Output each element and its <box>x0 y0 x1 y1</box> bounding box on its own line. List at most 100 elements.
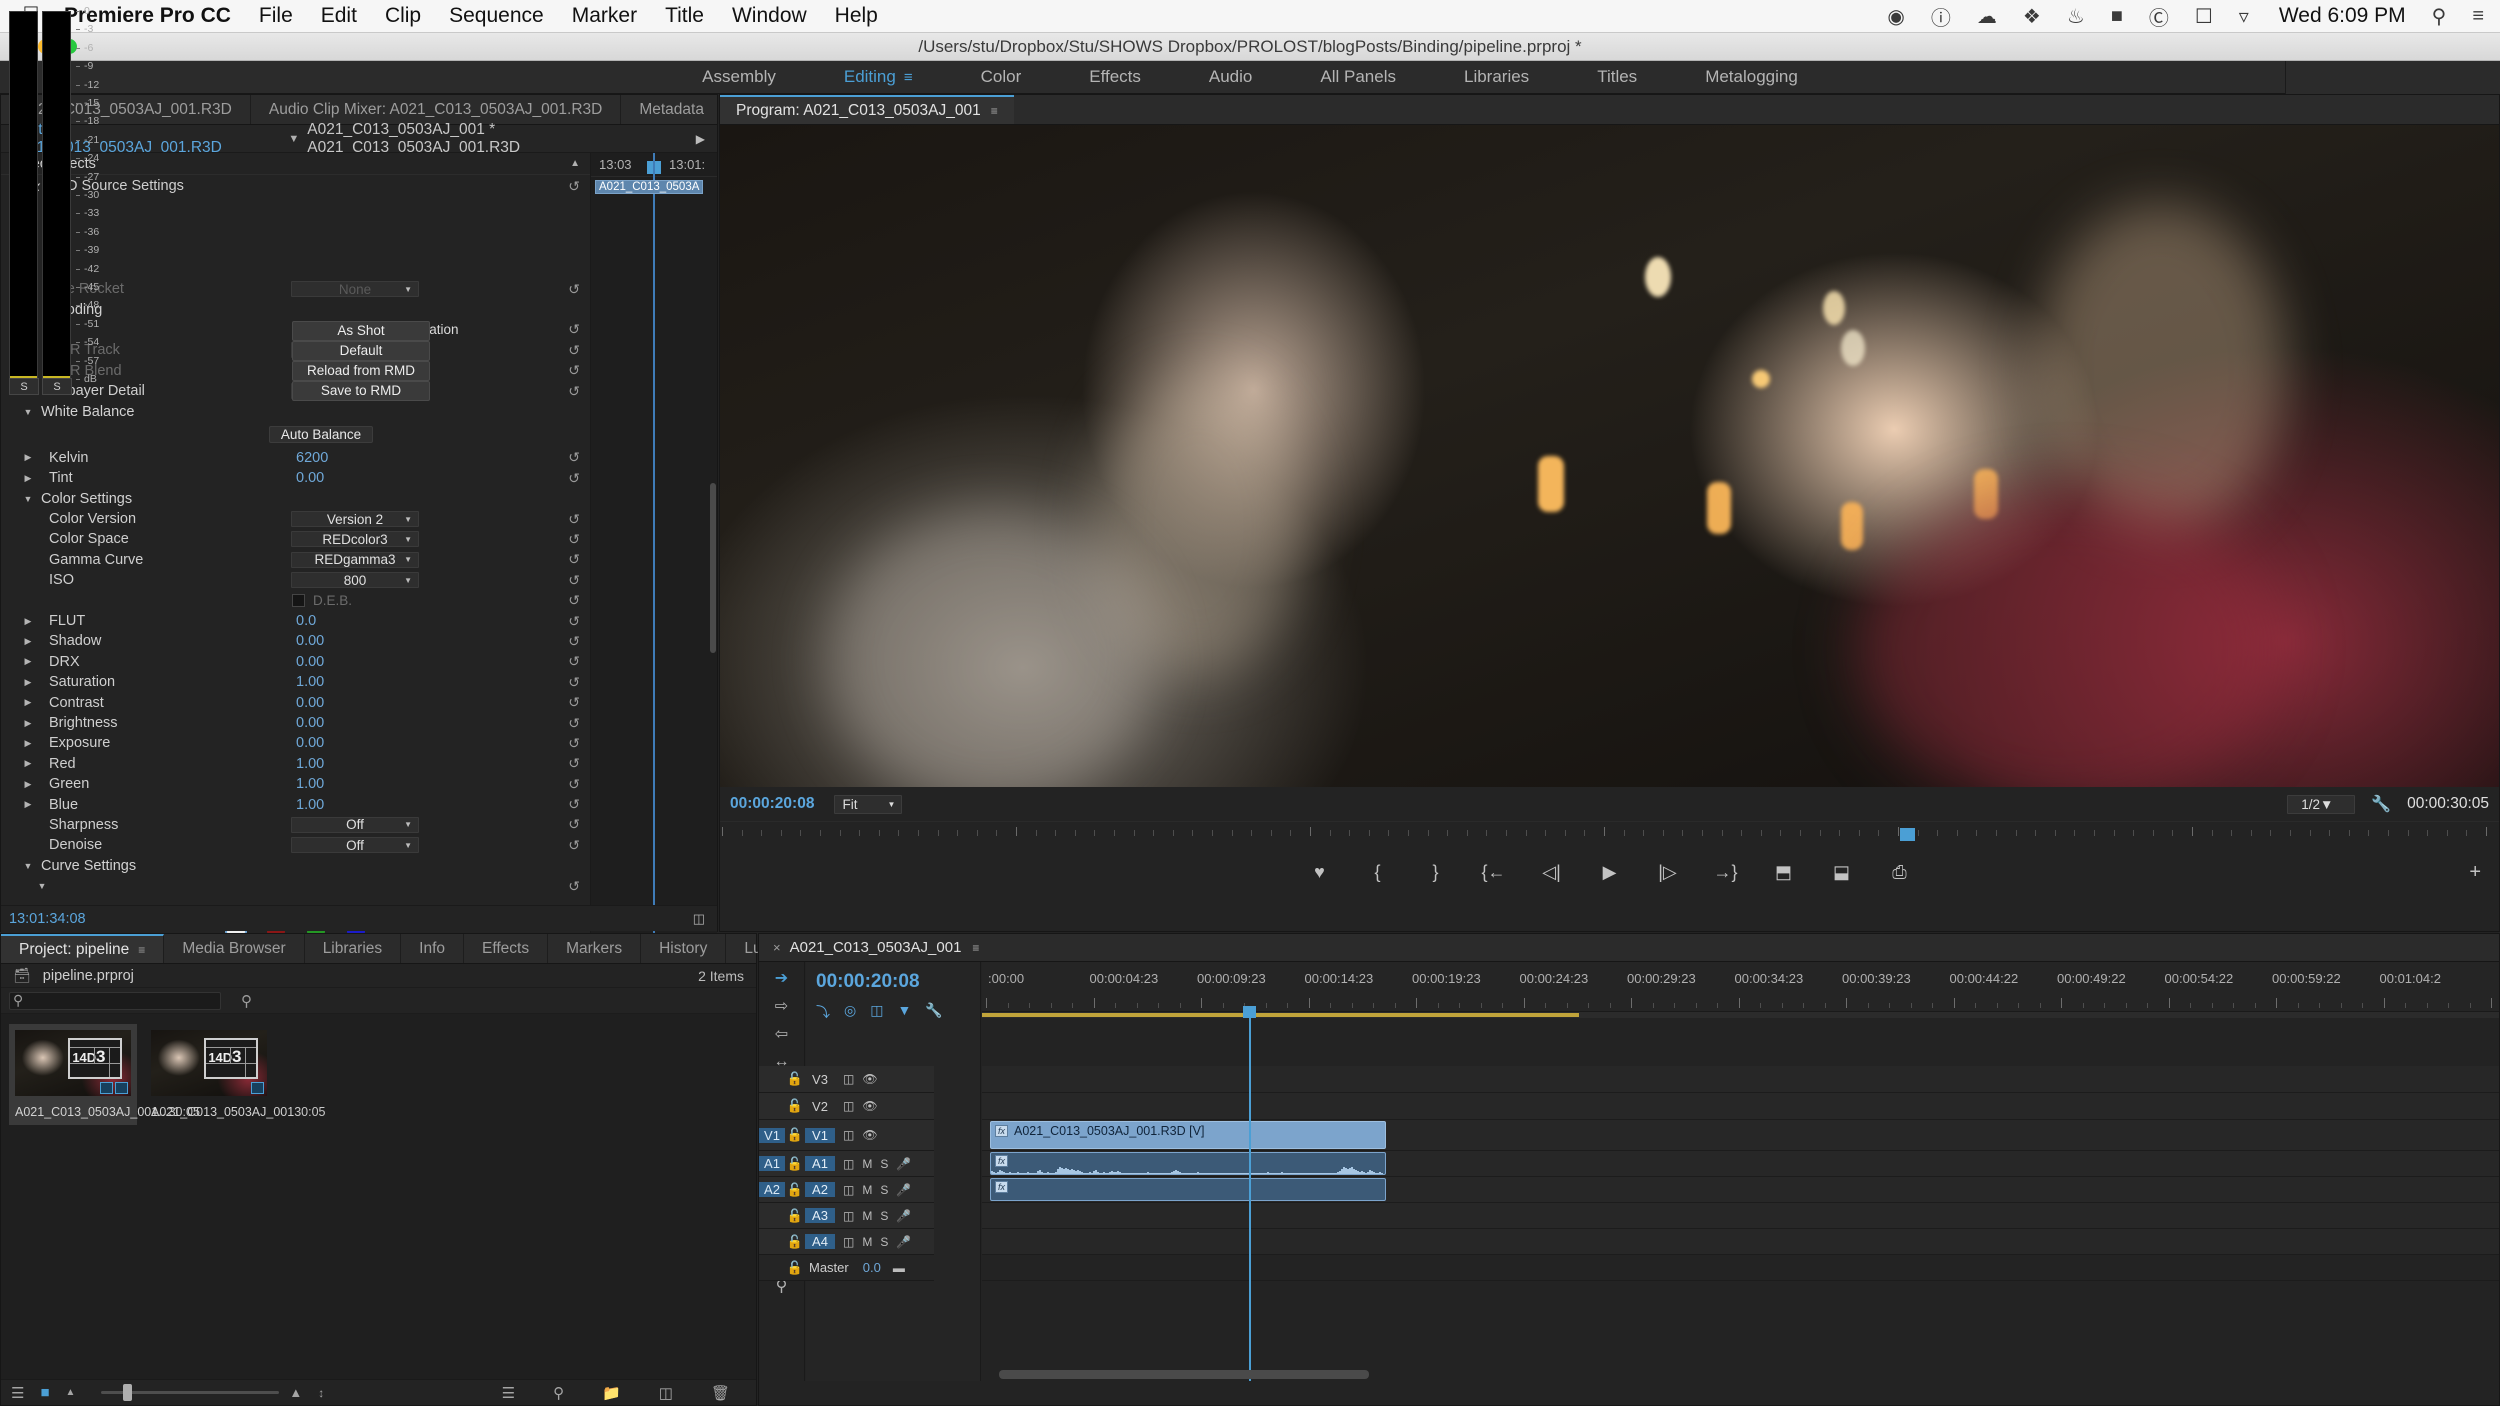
snap-icon[interactable]: ◎ <box>844 1002 856 1022</box>
mark-in-button[interactable]: { <box>1365 862 1391 883</box>
disclosure-triangle-icon[interactable]: ▶ <box>21 473 35 484</box>
audio-meter-channel-left[interactable] <box>9 11 38 379</box>
workspace-menu-icon[interactable]: ≡ <box>904 69 913 86</box>
effect-controls-scrollbar[interactable] <box>710 483 716 653</box>
param-shadow[interactable]: ▶ Shadow 0.00 ↺ <box>1 631 590 651</box>
track-row-a3[interactable] <box>982 1203 2499 1229</box>
find-icon[interactable]: ⚲ <box>553 1384 564 1402</box>
timeline-playhead[interactable] <box>1249 1018 1251 1381</box>
solo-button[interactable]: S <box>880 1183 888 1197</box>
sync-lock-icon[interactable]: ◫ <box>843 1099 854 1113</box>
menu-item-save-to-rmd[interactable]: Save to RMD <box>292 381 430 401</box>
menu-item-default[interactable]: Default <box>292 341 430 361</box>
timeline-playhead-handle[interactable] <box>1243 1006 1256 1018</box>
eye-icon[interactable]: 👁 <box>862 1099 877 1113</box>
project-asset-item[interactable]: 14D 3 A021_C013_0503AJ_001... 30:05 <box>9 1024 200 1125</box>
disclosure-triangle-icon[interactable]: ▼ <box>21 407 35 417</box>
tab-effects[interactable]: Effects <box>464 934 549 963</box>
solo-button[interactable]: S <box>880 1157 888 1171</box>
deb-checkbox-row[interactable]: D.E.B. <box>292 593 352 608</box>
sequence-tab-label[interactable]: A021_C013_0503AJ_001 <box>790 939 962 956</box>
panel-menu-icon[interactable]: ≡ <box>972 941 979 955</box>
workspace-audio[interactable]: Audio <box>1209 67 1252 87</box>
new-item-icon[interactable]: ◫ <box>659 1384 673 1402</box>
workspace-libraries[interactable]: Libraries <box>1464 67 1529 87</box>
param-kelvin[interactable]: ▶ Kelvin 6200 ↺ <box>1 448 590 468</box>
add-marker-icon[interactable]: ▼ <box>897 1002 911 1022</box>
timeline-clip-video[interactable]: fx A021_C013_0503AJ_001.R3D [V] <box>990 1121 1386 1149</box>
track-name-a1[interactable]: A1 <box>805 1156 835 1171</box>
zoom-out-icon[interactable]: ▲ <box>66 1387 76 1398</box>
mark-out-button[interactable]: } <box>1423 862 1449 883</box>
zoom-level-dropdown[interactable]: Fit ▼ <box>834 794 903 814</box>
track-name-v1[interactable]: V1 <box>805 1127 835 1143</box>
param-value[interactable]: 6200 <box>296 450 328 466</box>
lock-icon[interactable]: 🔓 <box>785 1156 805 1172</box>
reset-icon[interactable]: ↺ <box>568 383 580 400</box>
reset-icon[interactable]: ↺ <box>568 281 580 298</box>
tab-libraries[interactable]: Libraries <box>305 934 402 963</box>
reset-icon[interactable]: ↺ <box>568 511 580 528</box>
param-blue[interactable]: ▶ Blue 1.00 ↺ <box>1 794 590 814</box>
menu-edit[interactable]: Edit <box>321 4 357 28</box>
lock-icon[interactable]: 🔓 <box>785 1234 805 1250</box>
reset-icon[interactable]: ↺ <box>568 694 580 711</box>
meter-icon[interactable]: ▬ <box>893 1261 905 1275</box>
te-icon[interactable]: Ⓒ <box>2149 2 2169 31</box>
disclosure-triangle-icon[interactable]: ▼ <box>35 881 49 891</box>
voiceover-icon[interactable]: 🎤 <box>896 1157 911 1171</box>
mute-button[interactable]: M <box>862 1157 872 1171</box>
section-curve-sub[interactable]: ▼ ↺ <box>1 876 590 896</box>
zoom-slider[interactable] <box>101 1384 280 1401</box>
program-scrub-bar[interactable] <box>720 821 2499 847</box>
search-input[interactable] <box>9 991 221 1010</box>
chevron-down-icon[interactable]: ▼ <box>288 133 299 145</box>
lock-icon[interactable]: 🔓 <box>785 1098 805 1114</box>
clock-label[interactable]: Wed 6:09 PM <box>2279 4 2406 28</box>
airplay-icon[interactable]: ☐ <box>2195 4 2213 29</box>
track-select-forward-tool[interactable]: ⇨ <box>767 996 797 1016</box>
voiceover-icon[interactable]: 🎤 <box>896 1235 911 1249</box>
program-monitor-video[interactable] <box>720 125 2499 787</box>
disclosure-triangle-icon[interactable]: ▶ <box>21 656 35 667</box>
reset-icon[interactable]: ↺ <box>568 531 580 548</box>
timeline-ruler[interactable]: :00:00 00:00:04:23 00:00:09:23 00:00:14:23 0… <box>982 962 2499 1012</box>
param-value[interactable]: 0.0 <box>296 613 316 629</box>
timeline-clip-audio-a1[interactable]: fx <box>990 1152 1386 1175</box>
disclosure-triangle-icon[interactable]: ▶ <box>21 616 35 627</box>
go-to-out-button[interactable]: →} <box>1713 862 1739 883</box>
project-asset-item[interactable]: 14D 3 A021_C013_0503AJ_001 30:05 <box>151 1030 325 1119</box>
disclosure-triangle-icon[interactable]: ▶ <box>21 758 35 769</box>
track-header-a4[interactable]: 🔓 A4 ◫ M S 🎤 <box>759 1229 934 1255</box>
close-icon[interactable]: × <box>773 940 781 955</box>
disclosure-triangle-icon[interactable]: ▶ <box>21 677 35 688</box>
flame-icon[interactable]: ♨ <box>2067 4 2085 29</box>
track-row-v1[interactable]: fx A021_C013_0503AJ_001.R3D [V] <box>982 1120 2499 1151</box>
param-value[interactable]: 0.00 <box>296 633 324 649</box>
track-row-a4[interactable] <box>982 1229 2499 1255</box>
new-bin-icon[interactable]: 📁 <box>602 1384 621 1402</box>
param-value[interactable]: 1.00 <box>296 797 324 813</box>
param-value[interactable]: 1.00 <box>296 674 324 690</box>
track-name-a3[interactable]: A3 <box>805 1208 835 1223</box>
program-playhead[interactable] <box>1900 828 1915 841</box>
tab-media-browser[interactable]: Media Browser <box>164 934 305 963</box>
menu-item-as-shot[interactable]: As Shot <box>292 321 430 341</box>
mute-button[interactable]: M <box>862 1235 872 1249</box>
zoom-in-icon[interactable]: ▲ <box>289 1385 302 1400</box>
reset-icon[interactable]: ↺ <box>568 878 580 895</box>
source-patch-a1[interactable]: A1 <box>759 1156 785 1171</box>
param-red[interactable]: ▶ Red 1.00 ↺ <box>1 754 590 774</box>
eye-icon[interactable]: 👁 <box>862 1128 877 1142</box>
timeline-clip-audio-a2[interactable]: fx <box>990 1178 1386 1201</box>
lock-icon[interactable]: 🔓 <box>785 1182 805 1198</box>
workspace-assembly[interactable]: Assembly <box>702 67 776 87</box>
asset-thumbnail[interactable]: 14D 3 <box>15 1030 131 1096</box>
disclosure-triangle-icon[interactable]: ▶ <box>21 636 35 647</box>
use-rocket-dropdown[interactable]: None ▼ <box>291 281 419 298</box>
sharpness-dropdown[interactable]: Off ▼ <box>291 816 419 833</box>
sort-icon[interactable]: ↕ <box>318 1386 324 1400</box>
panel-menu-icon[interactable]: ≡ <box>991 104 998 118</box>
notification-center-icon[interactable]: ≡ <box>2472 5 2484 28</box>
lock-icon[interactable]: 🔓 <box>785 1260 805 1276</box>
